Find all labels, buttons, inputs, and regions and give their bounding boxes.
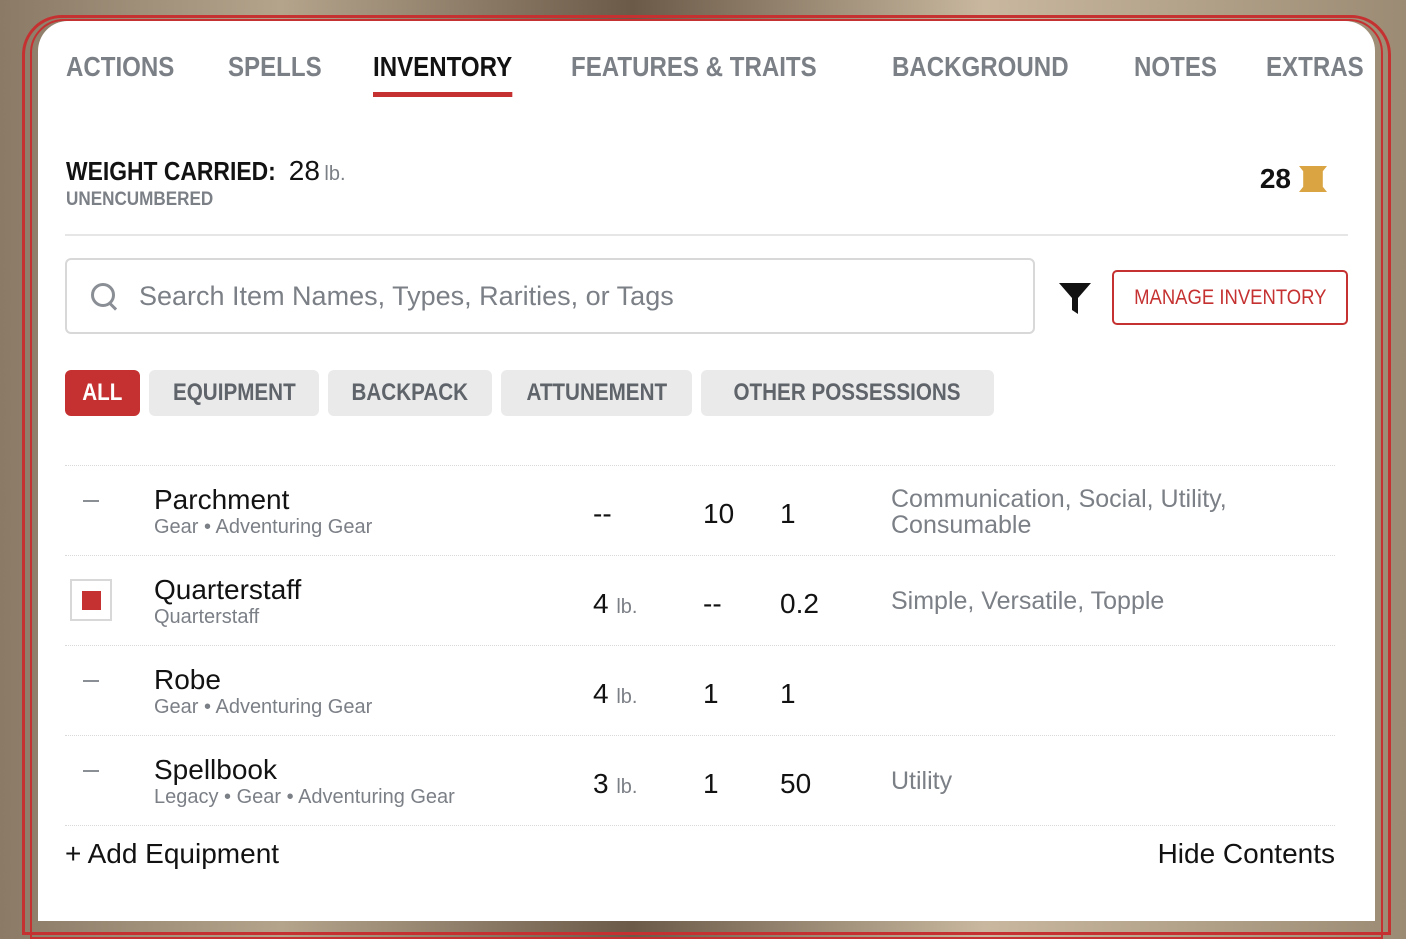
item-cost: 1 (780, 498, 796, 529)
item-cost: 50 (780, 768, 812, 799)
item-quantity: -- (703, 588, 722, 619)
tab-inventory[interactable]: INVENTORY (372, 51, 512, 97)
item-row[interactable]: Quarterstaff Quarterstaff 4 lb. -- 0.2 S… (65, 555, 1335, 645)
filter-icon[interactable] (1058, 281, 1092, 317)
tab-actions[interactable]: ACTIONS (66, 51, 174, 83)
item-notes: Simple, Versatile, Topple (891, 587, 1165, 615)
equip-toggle-empty[interactable] (83, 680, 99, 682)
item-name[interactable]: Spellbook (154, 754, 277, 786)
tab-spells[interactable]: SPELLS (228, 51, 322, 83)
weight-unit: lb. (324, 163, 346, 185)
manage-inventory-label: MANAGE INVENTORY (1133, 285, 1327, 309)
item-notes: Communication, Social, Utility, Consumab… (891, 485, 1227, 539)
chip-other-possessions[interactable]: OTHER POSSESSIONS (701, 370, 994, 416)
equip-toggle-empty[interactable] (83, 500, 99, 502)
add-equipment-button[interactable]: + Add Equipment (65, 838, 279, 870)
chip-all-label: ALL (82, 379, 123, 406)
search-input[interactable] (137, 279, 1001, 313)
inventory-panel: ACTIONS SPELLS INVENTORY FEATURES & TRAI… (38, 21, 1375, 921)
item-weight-value: 4 (593, 588, 609, 619)
item-row[interactable]: Spellbook Legacy • Gear • Adventuring Ge… (65, 735, 1335, 826)
item-type: Quarterstaff (154, 606, 260, 628)
currency-value: 28 (1259, 163, 1291, 194)
item-weight-unit: lb. (616, 776, 638, 798)
chip-equipment-label: EQUIPMENT (172, 379, 296, 406)
chip-all[interactable]: ALL (65, 370, 140, 416)
item-cost: 1 (780, 678, 796, 709)
coin-icon (1299, 166, 1327, 192)
item-weight: 3 lb. (593, 768, 637, 800)
weight-carried: WEIGHT CARRIED: 28 lb. UNENCUMBERED (66, 155, 346, 211)
encumbrance-status: UNENCUMBERED (66, 189, 214, 210)
item-notes: Utility (891, 767, 953, 795)
item-weight-value: 4 (593, 678, 609, 709)
item-weight-unit: lb. (616, 686, 638, 708)
currency-display[interactable]: 28 (1260, 163, 1327, 195)
tab-extras[interactable]: EXTRAS (1266, 51, 1364, 83)
tab-background[interactable]: BACKGROUND (892, 51, 1069, 83)
manage-inventory-button[interactable]: MANAGE INVENTORY (1112, 270, 1348, 325)
item-weight-value: 3 (593, 768, 609, 799)
equip-checkbox-checked[interactable] (70, 579, 112, 621)
filter-chips: ALL EQUIPMENT BACKPACK ATTUNEMENT OTHER … (65, 370, 994, 416)
tab-notes[interactable]: NOTES (1134, 51, 1217, 83)
item-row[interactable]: Parchment Gear • Adventuring Gear -- 10 … (65, 465, 1335, 555)
chip-attunement-label: ATTUNEMENT (526, 379, 668, 406)
item-name[interactable]: Quarterstaff (154, 574, 301, 606)
item-weight: 4 lb. (593, 588, 637, 620)
chip-backpack[interactable]: BACKPACK (328, 370, 492, 416)
item-name[interactable]: Robe (154, 664, 221, 696)
search-box (65, 258, 1035, 334)
chip-attunement[interactable]: ATTUNEMENT (500, 370, 693, 416)
weight-label: WEIGHT CARRIED: (66, 156, 276, 186)
item-type: Legacy • Gear • Adventuring Gear (154, 786, 455, 808)
chip-backpack-label: BACKPACK (351, 379, 469, 406)
item-cost: 0.2 (780, 588, 819, 619)
divider (65, 234, 1348, 236)
item-list: Parchment Gear • Adventuring Gear -- 10 … (65, 465, 1335, 826)
item-quantity: 1 (703, 678, 719, 709)
item-quantity: 1 (703, 768, 719, 799)
chip-equipment[interactable]: EQUIPMENT (148, 370, 320, 416)
item-weight: -- (593, 498, 612, 530)
item-name[interactable]: Parchment (154, 484, 289, 516)
equip-toggle-empty[interactable] (83, 770, 99, 772)
item-weight-unit: lb. (616, 596, 638, 618)
item-weight: 4 lb. (593, 678, 637, 710)
chip-other-possessions-label: OTHER POSSESSIONS (733, 379, 962, 406)
tab-bar: ACTIONS SPELLS INVENTORY FEATURES & TRAI… (66, 51, 1406, 97)
tab-features-traits[interactable]: FEATURES & TRAITS (571, 51, 817, 83)
item-weight-value: -- (593, 498, 612, 529)
search-icon (89, 281, 119, 311)
weight-value: 28 (288, 155, 320, 186)
item-row[interactable]: Robe Gear • Adventuring Gear 4 lb. 1 1 (65, 645, 1335, 735)
item-quantity: 10 (703, 498, 735, 529)
hide-contents-button[interactable]: Hide Contents (1158, 838, 1335, 870)
item-type: Gear • Adventuring Gear (154, 516, 373, 538)
item-type: Gear • Adventuring Gear (154, 696, 373, 718)
